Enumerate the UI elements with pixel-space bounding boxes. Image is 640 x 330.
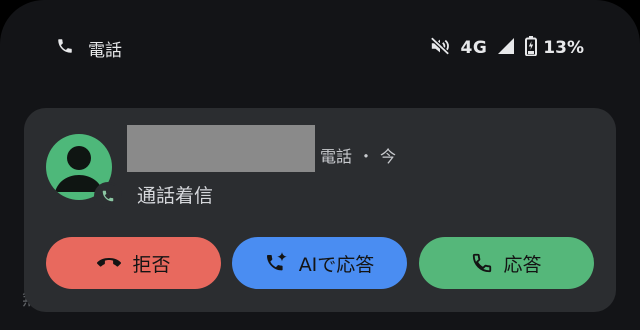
- caller-name-redacted: [127, 125, 315, 172]
- mute-icon: [429, 36, 451, 61]
- battery-icon: [525, 35, 538, 61]
- ai-answer-label: AIで応答: [298, 253, 375, 276]
- decline-button[interactable]: 拒否: [46, 237, 221, 289]
- battery-percent: 13%: [543, 38, 584, 58]
- ai-answer-button[interactable]: AIで応答: [232, 237, 407, 289]
- answer-label: 応答: [503, 253, 542, 276]
- status-bar: 電話 4G 13%: [0, 0, 640, 96]
- signal-icon: [497, 37, 515, 60]
- notification-meta: 電話・今: [320, 143, 396, 167]
- answer-button[interactable]: 応答: [419, 237, 594, 289]
- status-app-label: 電話: [88, 40, 122, 61]
- phone-icon: [56, 37, 74, 60]
- notification-app-name: 電話: [320, 147, 353, 166]
- status-bar-left: 電話: [56, 37, 122, 61]
- notification-time: 今: [380, 147, 397, 166]
- call-badge: [94, 182, 122, 210]
- decline-label: 拒否: [132, 253, 171, 276]
- hang-up-icon: [97, 258, 122, 267]
- lock-screen: 電話 4G 13% 電話 ・ 今 通話着信 拒否 AIで応答 応答: [0, 0, 640, 330]
- status-bar-right: 4G 13%: [419, 35, 584, 61]
- answer-phone-icon: [473, 253, 492, 273]
- ai-sparkle-phone-icon: [266, 252, 287, 271]
- call-status-text: 通話着信: [137, 185, 214, 207]
- network-type-label: 4G: [460, 38, 488, 58]
- meta-separator: ・: [358, 147, 375, 166]
- call-actions: 拒否 AIで応答 応答: [46, 237, 594, 289]
- call-badge-icon: [102, 190, 114, 202]
- incoming-call-notification[interactable]: 電話・今 通話着信 拒否 AIで応答 応答: [24, 108, 616, 312]
